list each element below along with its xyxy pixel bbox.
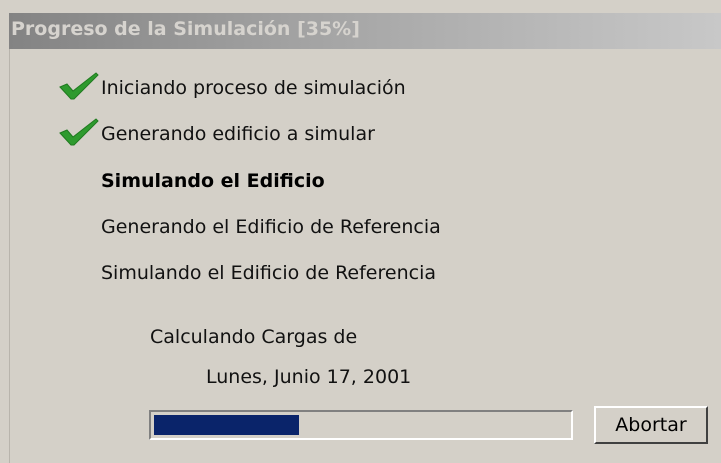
window-left-edge bbox=[9, 49, 10, 463]
abort-button[interactable]: Abortar bbox=[594, 406, 708, 444]
step-generando-referencia: Generando el Edificio de Referencia bbox=[101, 216, 441, 238]
step-simulando-active: Simulando el Edificio bbox=[101, 170, 325, 192]
progress-bar bbox=[149, 410, 573, 440]
calculation-label: Calculando Cargas de bbox=[150, 326, 358, 348]
simulation-progress-window: Progreso de la Simulación [35%] Iniciand… bbox=[0, 0, 721, 463]
progress-fill bbox=[154, 415, 299, 435]
check-icon bbox=[59, 118, 99, 146]
step-iniciando: Iniciando proceso de simulación bbox=[101, 77, 406, 99]
calculation-date: Lunes, Junio 17, 2001 bbox=[206, 366, 412, 388]
window-title-main: Progreso de la Simulación bbox=[11, 18, 298, 40]
step-generando: Generando edificio a simular bbox=[101, 123, 375, 145]
window-title-percent: [35%] bbox=[297, 18, 360, 40]
check-icon bbox=[59, 72, 99, 100]
title-bar[interactable]: Progreso de la Simulación [35%] bbox=[9, 13, 721, 49]
window-title: Progreso de la Simulación [35%] bbox=[11, 18, 360, 40]
step-simulando-referencia: Simulando el Edificio de Referencia bbox=[101, 262, 436, 284]
